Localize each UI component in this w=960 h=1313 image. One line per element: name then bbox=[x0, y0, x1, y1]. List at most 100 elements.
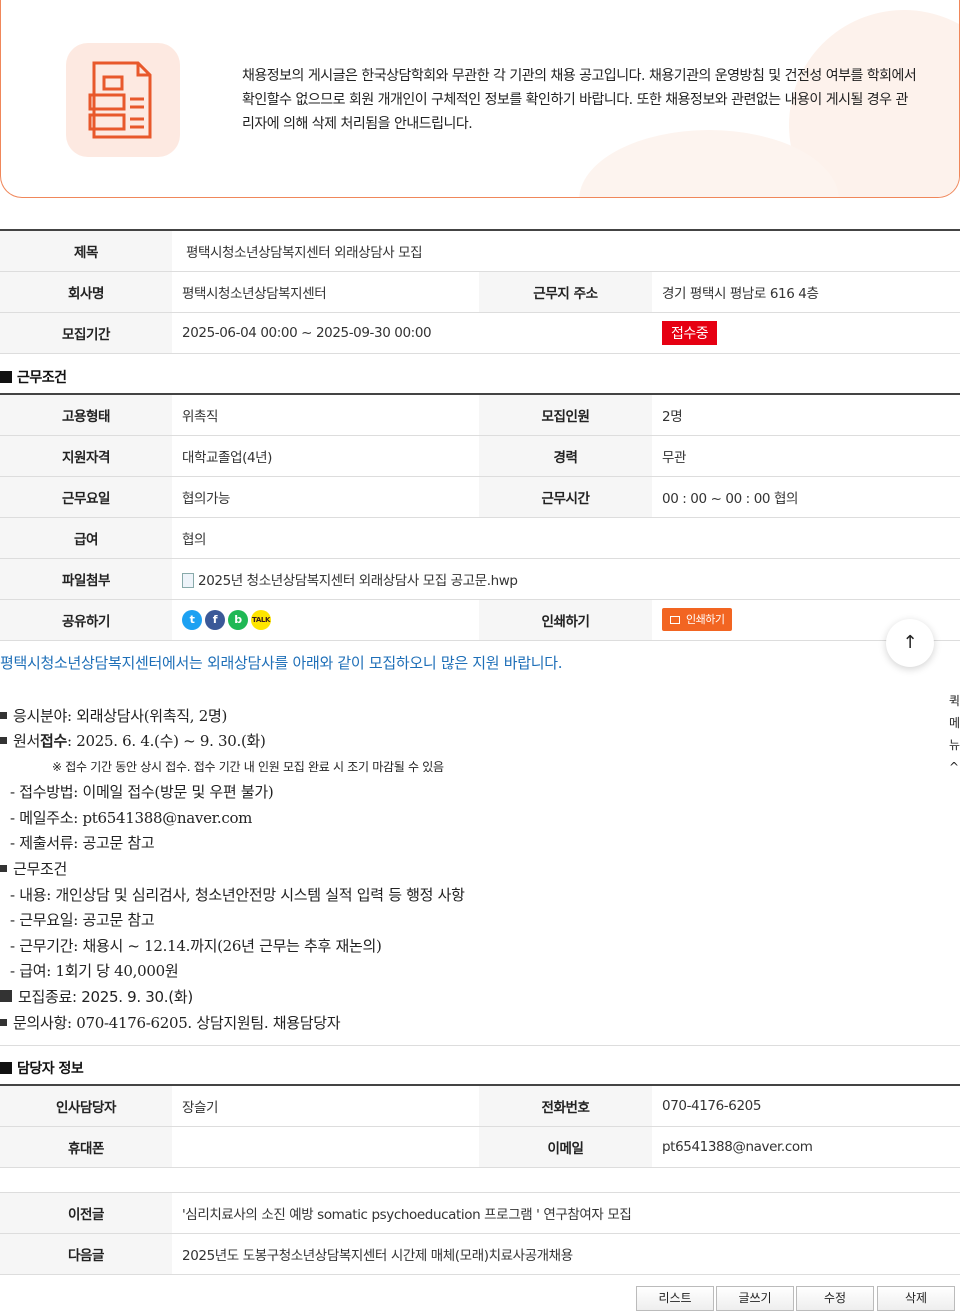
file-label: 파일첨부 bbox=[0, 558, 172, 600]
address-label: 근무지 주소 bbox=[479, 271, 652, 313]
facebook-icon[interactable]: f bbox=[205, 609, 225, 630]
phone-label: 전화번호 bbox=[479, 1085, 652, 1127]
table-row: 휴대폰 이메일 pt6541388@naver.com bbox=[0, 1126, 960, 1168]
write-button[interactable]: 글쓰기 bbox=[716, 1286, 794, 1311]
content-text: 모집종료: 2025. 9. 30.(화) bbox=[18, 988, 193, 1006]
company-value: 평택시청소년상담복지센터 bbox=[172, 271, 479, 313]
salary-value: 협의 bbox=[172, 517, 960, 559]
qualification-value: 대학교졸업(4년) bbox=[172, 435, 479, 477]
address-value: 경기 평택시 평남로 616 4층 bbox=[652, 271, 960, 313]
table-row: 고용형태 위촉직 모집인원 2명 bbox=[0, 394, 960, 436]
kakaotalk-icon[interactable]: TALK bbox=[251, 609, 271, 630]
print-button[interactable]: 인쇄하기 bbox=[662, 608, 733, 631]
content-line: 근무조건 bbox=[0, 858, 67, 879]
content-text: 원서 bbox=[13, 732, 41, 750]
content-text: : 2025. 6. 4.(수) ~ 9. 30.(화) bbox=[67, 732, 266, 750]
content-text: 근무조건 bbox=[13, 860, 68, 878]
headcount-value: 2명 bbox=[652, 394, 960, 436]
scroll-top-button[interactable]: ↑ bbox=[886, 619, 934, 667]
manager-title-text: 담당자 정보 bbox=[17, 1061, 84, 1077]
status-cell: 접수중 bbox=[479, 312, 960, 354]
salary-label: 급여 bbox=[0, 517, 172, 559]
quick-menu-text: 메 bbox=[949, 716, 960, 730]
print-button-label: 인쇄하기 bbox=[686, 613, 725, 626]
attachment-link[interactable]: 2025년 청소년상담복지센터 외래상담사 모집 공고문.hwp bbox=[198, 573, 518, 589]
mobile-label: 휴대폰 bbox=[0, 1126, 172, 1168]
job-info-table: 제목 평택시청소년상담복지센터 외래상담사 모집 회사명 평택시청소년상담복지센… bbox=[0, 229, 960, 354]
period-label: 모집기간 bbox=[0, 312, 172, 354]
content-line: 문의사항: 070-4176-6205. 상담지원팀. 채용담당자 bbox=[0, 1012, 341, 1033]
content-line: - 제출서류: 공고문 참고 bbox=[10, 834, 155, 852]
printer-icon bbox=[670, 616, 680, 624]
content-line: - 메일주소: pt6541388@naver.com bbox=[10, 809, 253, 827]
conditions-title-text: 근무조건 bbox=[17, 370, 67, 386]
document-list-icon bbox=[88, 61, 152, 139]
notice-icon-box bbox=[66, 43, 180, 157]
table-row: 제목 평택시청소년상담복지센터 외래상담사 모집 bbox=[0, 230, 960, 272]
table-row: 이전글 '심리치료사의 소진 예방 somatic psychoeducatio… bbox=[0, 1192, 960, 1234]
phone-value: 070-4176-6205 bbox=[652, 1085, 960, 1127]
table-row: 공유하기 t f b TALK 인쇄하기 인쇄하기 bbox=[0, 599, 960, 641]
post-navigation: 이전글 '심리치료사의 소진 예방 somatic psychoeducatio… bbox=[0, 1192, 960, 1275]
intro-text: 평택시청소년상담복지센터에서는 외래상담사를 아래와 같이 모집하오니 많은 지… bbox=[0, 654, 563, 672]
employment-label: 고용형태 bbox=[0, 394, 172, 436]
arrow-up-icon: ↑ bbox=[902, 632, 918, 653]
quick-menu-text: 뉴 bbox=[949, 738, 960, 752]
divider bbox=[0, 1045, 960, 1046]
days-label: 근무요일 bbox=[0, 476, 172, 518]
title-label: 제목 bbox=[0, 230, 172, 272]
quick-menu[interactable]: 퀵 메 뉴 ^ bbox=[949, 690, 960, 778]
delete-button[interactable]: 삭제 bbox=[877, 1286, 955, 1311]
list-button[interactable]: 리스트 bbox=[636, 1286, 714, 1311]
days-value: 협의가능 bbox=[172, 476, 479, 518]
headcount-label: 모집인원 bbox=[479, 394, 652, 436]
email-value: pt6541388@naver.com bbox=[652, 1126, 960, 1168]
table-row: 회사명 평택시청소년상담복지센터 근무지 주소 경기 평택시 평남로 616 4… bbox=[0, 271, 960, 313]
share-label: 공유하기 bbox=[0, 599, 172, 641]
print-label: 인쇄하기 bbox=[479, 599, 652, 641]
hours-label: 근무시간 bbox=[479, 476, 652, 518]
company-label: 회사명 bbox=[0, 271, 172, 313]
next-post-link[interactable]: 2025년도 도봉구청소년상담복지센터 시간제 매체(모래)치료사공개채용 bbox=[172, 1233, 960, 1275]
content-line: - 급여: 1회기 당 40,000원 bbox=[10, 962, 179, 980]
career-label: 경력 bbox=[479, 435, 652, 477]
band-icon[interactable]: b bbox=[228, 609, 248, 630]
table-row: 근무요일 협의가능 근무시간 00 : 00 ~ 00 : 00 협의 bbox=[0, 476, 960, 518]
content-line: 응시분야: 외래상담사(위촉직, 2명) bbox=[0, 705, 227, 726]
title-value: 평택시청소년상담복지센터 외래상담사 모집 bbox=[172, 230, 960, 272]
career-value: 무관 bbox=[652, 435, 960, 477]
square-bullet-icon bbox=[0, 712, 7, 719]
email-label: 이메일 bbox=[479, 1126, 652, 1168]
content-text: 문의사항: 070-4176-6205. 상담지원팀. 채용담당자 bbox=[13, 1014, 341, 1032]
hwp-file-icon bbox=[182, 572, 194, 588]
period-value: 2025-06-04 00:00 ~ 2025-09-30 00:00 bbox=[172, 312, 479, 354]
prev-label: 이전글 bbox=[0, 1192, 172, 1234]
edit-button[interactable]: 수정 bbox=[796, 1286, 874, 1311]
hr-label: 인사담당자 bbox=[0, 1085, 172, 1127]
square-bullet-icon bbox=[0, 865, 7, 872]
chevron-up-icon: ^ bbox=[949, 760, 960, 774]
share-icons: t f b TALK bbox=[172, 599, 479, 641]
status-badge: 접수중 bbox=[662, 320, 718, 345]
mobile-value bbox=[172, 1126, 479, 1168]
square-bullet-icon bbox=[0, 737, 7, 744]
square-bullet-icon bbox=[0, 1019, 7, 1026]
notice-banner: 채용정보의 게시글은 한국상담학회와 무관한 각 기관의 채용 공고입니다. 채… bbox=[0, 0, 960, 198]
content-line: - 내용: 개인상담 및 심리검사, 청소년안전망 시스템 실적 입력 등 행정… bbox=[10, 886, 465, 904]
content-text: 접수 bbox=[40, 732, 68, 750]
square-bullet-icon bbox=[0, 1062, 12, 1074]
content-note: ※ 접수 기간 동안 상시 접수. 접수 기간 내 인원 모집 완료 시 조기 … bbox=[52, 760, 444, 774]
hours-value: 00 : 00 ~ 00 : 00 협의 bbox=[652, 476, 960, 518]
prev-post-link[interactable]: '심리치료사의 소진 예방 somatic psychoeducation 프로… bbox=[172, 1192, 960, 1234]
twitter-icon[interactable]: t bbox=[182, 609, 202, 630]
square-bullet-icon bbox=[0, 371, 12, 383]
content-line: - 접수방법: 이메일 접수(방문 및 우편 불가) bbox=[10, 783, 274, 801]
notice-text: 채용정보의 게시글은 한국상담학회와 무관한 각 기관의 채용 공고입니다. 채… bbox=[242, 68, 917, 132]
table-row: 모집기간 2025-06-04 00:00 ~ 2025-09-30 00:00… bbox=[0, 312, 960, 354]
next-label: 다음글 bbox=[0, 1233, 172, 1275]
file-cell: 2025년 청소년상담복지센터 외래상담사 모집 공고문.hwp bbox=[172, 558, 960, 600]
content-line: - 근무요일: 공고문 참고 bbox=[10, 911, 155, 929]
manager-table: 인사담당자 장슬기 전화번호 070-4176-6205 휴대폰 이메일 pt6… bbox=[0, 1084, 960, 1168]
content-text: 응시분야: 외래상담사(위촉직, 2명) bbox=[13, 707, 228, 725]
quick-menu-text: 퀵 bbox=[949, 694, 960, 708]
